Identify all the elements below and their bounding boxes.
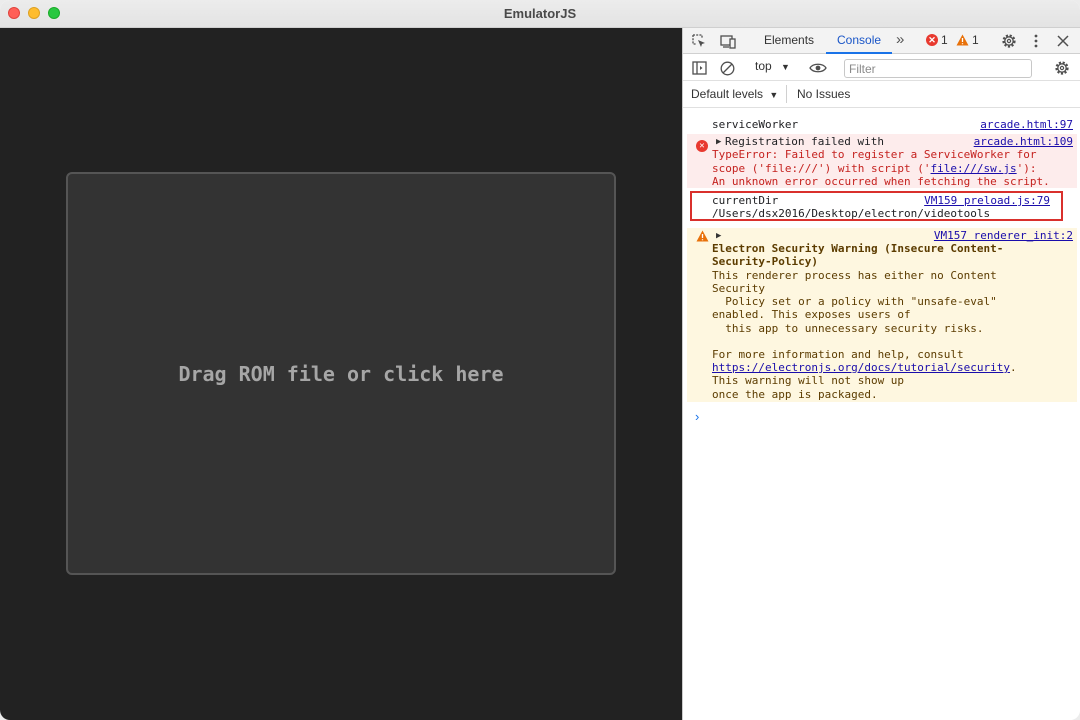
more-options-icon[interactable] bbox=[1030, 32, 1042, 50]
warning-more-3: This warning will not show up bbox=[712, 374, 905, 387]
live-expression-eye-icon[interactable] bbox=[808, 60, 828, 76]
sidebar-toggle-icon[interactable] bbox=[691, 60, 707, 76]
chevron-down-icon: ▼ bbox=[781, 62, 790, 72]
warning-count: 1 bbox=[972, 33, 979, 47]
warning-body-4: enabled. This exposes users of bbox=[712, 308, 911, 321]
filter-input[interactable] bbox=[844, 59, 1032, 78]
rom-drop-zone[interactable]: Drag ROM file or click here bbox=[66, 172, 616, 575]
log-levels-dropdown[interactable]: Default levels ▼ bbox=[691, 87, 778, 101]
issues-button[interactable]: No Issues bbox=[797, 87, 850, 101]
title-bar: EmulatorJS bbox=[0, 0, 1080, 28]
error-line-3-post: '): bbox=[1016, 162, 1037, 175]
source-link[interactable]: VM159 preload.js:79 bbox=[924, 194, 1050, 207]
error-count-badge[interactable]: ✕ 1 bbox=[926, 33, 948, 47]
clear-console-icon[interactable] bbox=[719, 60, 735, 76]
settings-gear-icon[interactable] bbox=[1000, 32, 1018, 50]
emulator-panel: Drag ROM file or click here bbox=[0, 28, 682, 720]
warning-body-1: This renderer process has either no Cont… bbox=[712, 269, 997, 282]
warning-title-2: Security-Policy) bbox=[712, 255, 818, 268]
security-docs-link[interactable]: https://electronjs.org/docs/tutorial/sec… bbox=[712, 361, 1010, 374]
context-label: top bbox=[755, 59, 772, 73]
console-message-warning: ▶ VM157 renderer_init:2 Electron Securit… bbox=[687, 228, 1077, 402]
app-window: EmulatorJS Drag ROM file or click here E… bbox=[0, 0, 1080, 720]
source-link[interactable]: arcade.html:109 bbox=[974, 135, 1073, 148]
error-icon: ✕ bbox=[696, 140, 708, 152]
divider bbox=[786, 85, 787, 103]
drop-zone-label: Drag ROM file or click here bbox=[178, 361, 504, 386]
more-tabs-icon[interactable]: » bbox=[896, 28, 904, 54]
error-line-1: Registration failed with bbox=[725, 135, 884, 148]
warning-title-1: Electron Security Warning (Insecure Cont… bbox=[712, 242, 1004, 255]
tab-elements[interactable]: Elements bbox=[764, 28, 814, 54]
console-message-current-dir: currentDir VM159 preload.js:79 /Users/ds… bbox=[690, 191, 1063, 221]
dir-value: /Users/dsx2016/Desktop/electron/videotoo… bbox=[712, 207, 991, 220]
device-toolbar-icon[interactable] bbox=[719, 33, 737, 49]
log-text: serviceWorker bbox=[712, 118, 799, 131]
context-selector[interactable]: top ▼ bbox=[755, 59, 790, 73]
devtools-tab-bar: Elements Console » ✕ 1 1 bbox=[683, 28, 1080, 54]
console-message-error: ✕ ▶ Registration failed with arcade.html… bbox=[687, 134, 1077, 188]
warning-count-badge[interactable]: 1 bbox=[956, 33, 979, 47]
error-line-3-pre: scope ('file:///') with script (' bbox=[712, 162, 931, 175]
warning-more-1: For more information and help, consult bbox=[712, 348, 964, 361]
dir-label: currentDir bbox=[712, 194, 779, 207]
source-link[interactable]: VM157 renderer_init:2 bbox=[934, 229, 1073, 242]
warning-more-2-suffix: . bbox=[1010, 361, 1017, 374]
close-devtools-icon[interactable] bbox=[1055, 33, 1071, 49]
error-icon: ✕ bbox=[926, 34, 938, 46]
error-count: 1 bbox=[941, 33, 948, 47]
error-line-3: scope ('file:///') with script ('file://… bbox=[712, 162, 1037, 175]
source-link[interactable]: arcade.html:97 bbox=[980, 118, 1073, 131]
window-title: EmulatorJS bbox=[503, 6, 577, 21]
warning-body-3: Policy set or a policy with "unsafe-eval… bbox=[712, 295, 997, 308]
script-url-link[interactable]: file:///sw.js bbox=[931, 162, 1017, 175]
tab-console[interactable]: Console bbox=[826, 28, 893, 54]
chevron-down-icon: ▼ bbox=[769, 90, 779, 100]
warning-body-5: this app to unnecessary security risks. bbox=[712, 322, 984, 335]
warning-more-4: once the app is packaged. bbox=[712, 388, 878, 401]
inspect-element-icon[interactable] bbox=[691, 33, 707, 49]
log-levels-label: Default levels bbox=[691, 87, 764, 101]
devtools-panel: Elements Console » ✕ 1 1 top ▼ Filter De… bbox=[682, 28, 1080, 720]
warning-icon bbox=[956, 34, 969, 46]
warning-more-2: https://electronjs.org/docs/tutorial/sec… bbox=[712, 361, 1017, 374]
error-line-4: An unknown error occurred when fetching … bbox=[712, 175, 1050, 188]
levels-bar: Default levels ▼ No Issues bbox=[683, 81, 1080, 108]
warning-body-2: Security bbox=[712, 282, 765, 295]
console-message-log: serviceWorker arcade.html:97 bbox=[687, 114, 1077, 134]
console-settings-gear-icon[interactable] bbox=[1054, 60, 1070, 76]
error-line-2: TypeError: Failed to register a ServiceW… bbox=[712, 148, 1037, 161]
warning-icon bbox=[696, 230, 709, 242]
console-prompt-icon[interactable]: › bbox=[695, 409, 699, 424]
